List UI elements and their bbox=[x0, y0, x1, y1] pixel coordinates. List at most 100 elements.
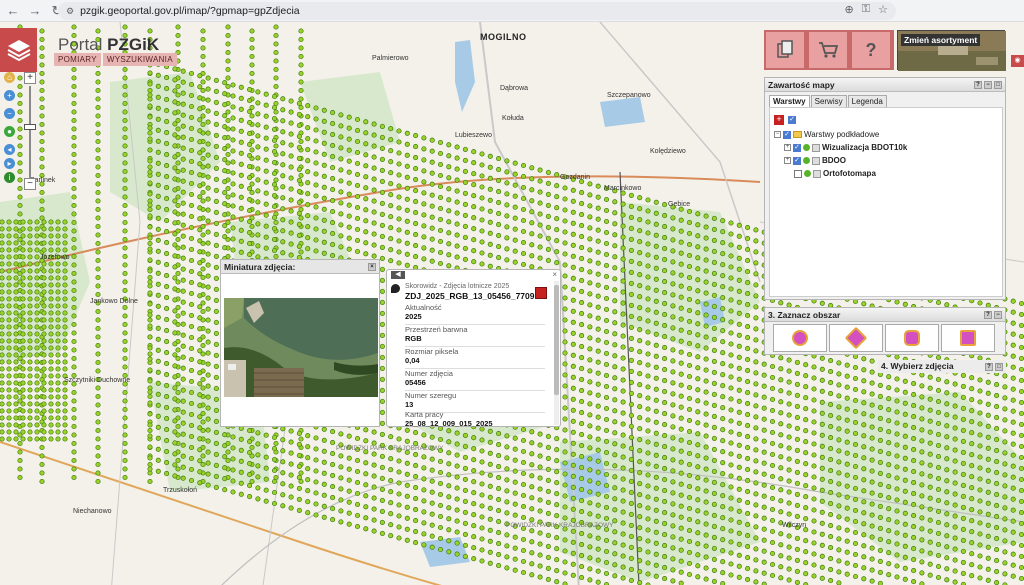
photo-center-point[interactable] bbox=[13, 345, 19, 351]
photo-center-point[interactable] bbox=[213, 462, 219, 468]
photo-center-point[interactable] bbox=[877, 415, 883, 421]
photo-center-point[interactable] bbox=[786, 368, 792, 374]
photo-center-point[interactable] bbox=[637, 206, 643, 212]
photo-center-point[interactable] bbox=[396, 436, 402, 442]
photo-center-point[interactable] bbox=[695, 398, 701, 404]
photo-center-point[interactable] bbox=[71, 126, 77, 132]
photo-center-point[interactable] bbox=[969, 518, 975, 524]
photo-center-point[interactable] bbox=[612, 375, 618, 381]
photo-center-point[interactable] bbox=[628, 500, 634, 506]
photo-center-point[interactable] bbox=[155, 358, 161, 364]
photo-center-point[interactable] bbox=[238, 161, 244, 167]
photo-center-point[interactable] bbox=[122, 151, 128, 158]
photo-center-point[interactable] bbox=[20, 352, 26, 358]
photo-center-point[interactable] bbox=[902, 543, 908, 549]
photo-center-point[interactable] bbox=[545, 235, 551, 241]
photo-center-point[interactable] bbox=[769, 539, 776, 546]
photo-center-point[interactable] bbox=[612, 265, 618, 271]
photo-center-point[interactable] bbox=[280, 206, 286, 212]
photo-center-point[interactable] bbox=[587, 357, 593, 363]
home-icon[interactable]: ⌂ bbox=[4, 72, 15, 83]
photo-center-point[interactable] bbox=[371, 143, 377, 149]
photo-center-point[interactable] bbox=[703, 213, 709, 219]
photo-center-point[interactable] bbox=[645, 285, 651, 291]
photo-center-point[interactable] bbox=[71, 228, 77, 234]
photo-center-point[interactable] bbox=[496, 464, 502, 470]
photo-center-point[interactable] bbox=[902, 422, 908, 428]
photo-center-point[interactable] bbox=[496, 167, 502, 173]
photo-center-point[interactable] bbox=[803, 373, 809, 379]
photo-center-point[interactable] bbox=[238, 249, 244, 255]
photo-center-point[interactable] bbox=[562, 273, 568, 279]
photo-center-point[interactable] bbox=[271, 170, 278, 177]
photo-center-point[interactable] bbox=[437, 480, 444, 487]
photo-center-point[interactable] bbox=[653, 463, 659, 469]
photo-center-point[interactable] bbox=[496, 431, 502, 437]
photo-center-point[interactable] bbox=[346, 224, 352, 230]
photo-center-point[interactable] bbox=[238, 183, 244, 189]
photo-center-point[interactable] bbox=[612, 496, 618, 502]
photo-center-point[interactable] bbox=[562, 427, 568, 433]
photo-center-point[interactable] bbox=[41, 408, 47, 414]
photo-center-point[interactable] bbox=[819, 443, 825, 449]
photo-center-point[interactable] bbox=[205, 108, 211, 114]
photo-center-point[interactable] bbox=[180, 387, 186, 393]
photo-center-point[interactable] bbox=[41, 219, 47, 225]
photo-center-point[interactable] bbox=[977, 432, 983, 438]
photo-center-point[interactable] bbox=[454, 188, 460, 194]
photo-center-point[interactable] bbox=[346, 114, 352, 120]
photo-center-point[interactable] bbox=[271, 489, 278, 496]
photo-center-point[interactable] bbox=[200, 274, 206, 281]
photo-center-point[interactable] bbox=[71, 262, 77, 268]
photo-center-point[interactable] bbox=[71, 304, 77, 311]
photo-center-point[interactable] bbox=[703, 477, 709, 483]
photo-center-point[interactable] bbox=[985, 533, 991, 539]
photo-center-point[interactable] bbox=[587, 368, 593, 374]
photo-center-point[interactable] bbox=[927, 495, 933, 501]
photo-center-point[interactable] bbox=[263, 146, 269, 152]
photo-center-point[interactable] bbox=[396, 535, 402, 541]
photo-center-point[interactable] bbox=[188, 389, 195, 396]
photo-center-point[interactable] bbox=[1002, 406, 1008, 412]
photo-center-point[interactable] bbox=[20, 261, 26, 267]
photo-center-point[interactable] bbox=[562, 218, 568, 224]
photo-center-point[interactable] bbox=[711, 512, 717, 518]
photo-center-point[interactable] bbox=[745, 269, 751, 275]
photo-center-point[interactable] bbox=[55, 401, 61, 407]
photo-center-point[interactable] bbox=[321, 195, 327, 201]
photo-center-point[interactable] bbox=[828, 446, 834, 452]
photo-center-point[interactable] bbox=[935, 508, 942, 515]
photo-center-point[interactable] bbox=[894, 409, 900, 415]
photo-center-point[interactable] bbox=[828, 534, 834, 540]
photo-center-point[interactable] bbox=[927, 561, 933, 567]
photo-center-point[interactable] bbox=[1018, 333, 1024, 340]
photo-center-point[interactable] bbox=[213, 297, 219, 303]
photo-center-point[interactable] bbox=[653, 452, 659, 458]
photo-center-point[interactable] bbox=[745, 533, 751, 539]
photo-center-point[interactable] bbox=[147, 393, 153, 400]
photo-center-point[interactable] bbox=[429, 258, 435, 264]
tab-pomiary[interactable]: POMIARY bbox=[54, 53, 101, 66]
photo-center-point[interactable] bbox=[273, 66, 279, 73]
photo-center-point[interactable] bbox=[298, 87, 304, 94]
photo-center-point[interactable] bbox=[371, 220, 377, 226]
photo-center-point[interactable] bbox=[34, 429, 40, 435]
photo-center-point[interactable] bbox=[570, 440, 576, 446]
photo-center-point[interactable] bbox=[48, 240, 54, 246]
photo-center-point[interactable] bbox=[1002, 439, 1008, 445]
photo-center-point[interactable] bbox=[471, 193, 477, 199]
photo-center-point[interactable] bbox=[645, 406, 651, 412]
photo-center-point[interactable] bbox=[944, 445, 950, 451]
photo-center-point[interactable] bbox=[27, 429, 33, 435]
photo-center-point[interactable] bbox=[977, 465, 983, 471]
photo-center-point[interactable] bbox=[0, 338, 5, 344]
photo-center-point[interactable] bbox=[172, 209, 178, 215]
photo-center-point[interactable] bbox=[504, 246, 510, 252]
photo-center-point[interactable] bbox=[188, 114, 195, 121]
photo-center-point[interactable] bbox=[969, 419, 975, 425]
photo-center-point[interactable] bbox=[811, 562, 817, 568]
photo-center-point[interactable] bbox=[122, 440, 128, 447]
photo-center-point[interactable] bbox=[41, 275, 47, 281]
photo-center-point[interactable] bbox=[728, 363, 734, 369]
photo-center-point[interactable] bbox=[595, 205, 601, 211]
